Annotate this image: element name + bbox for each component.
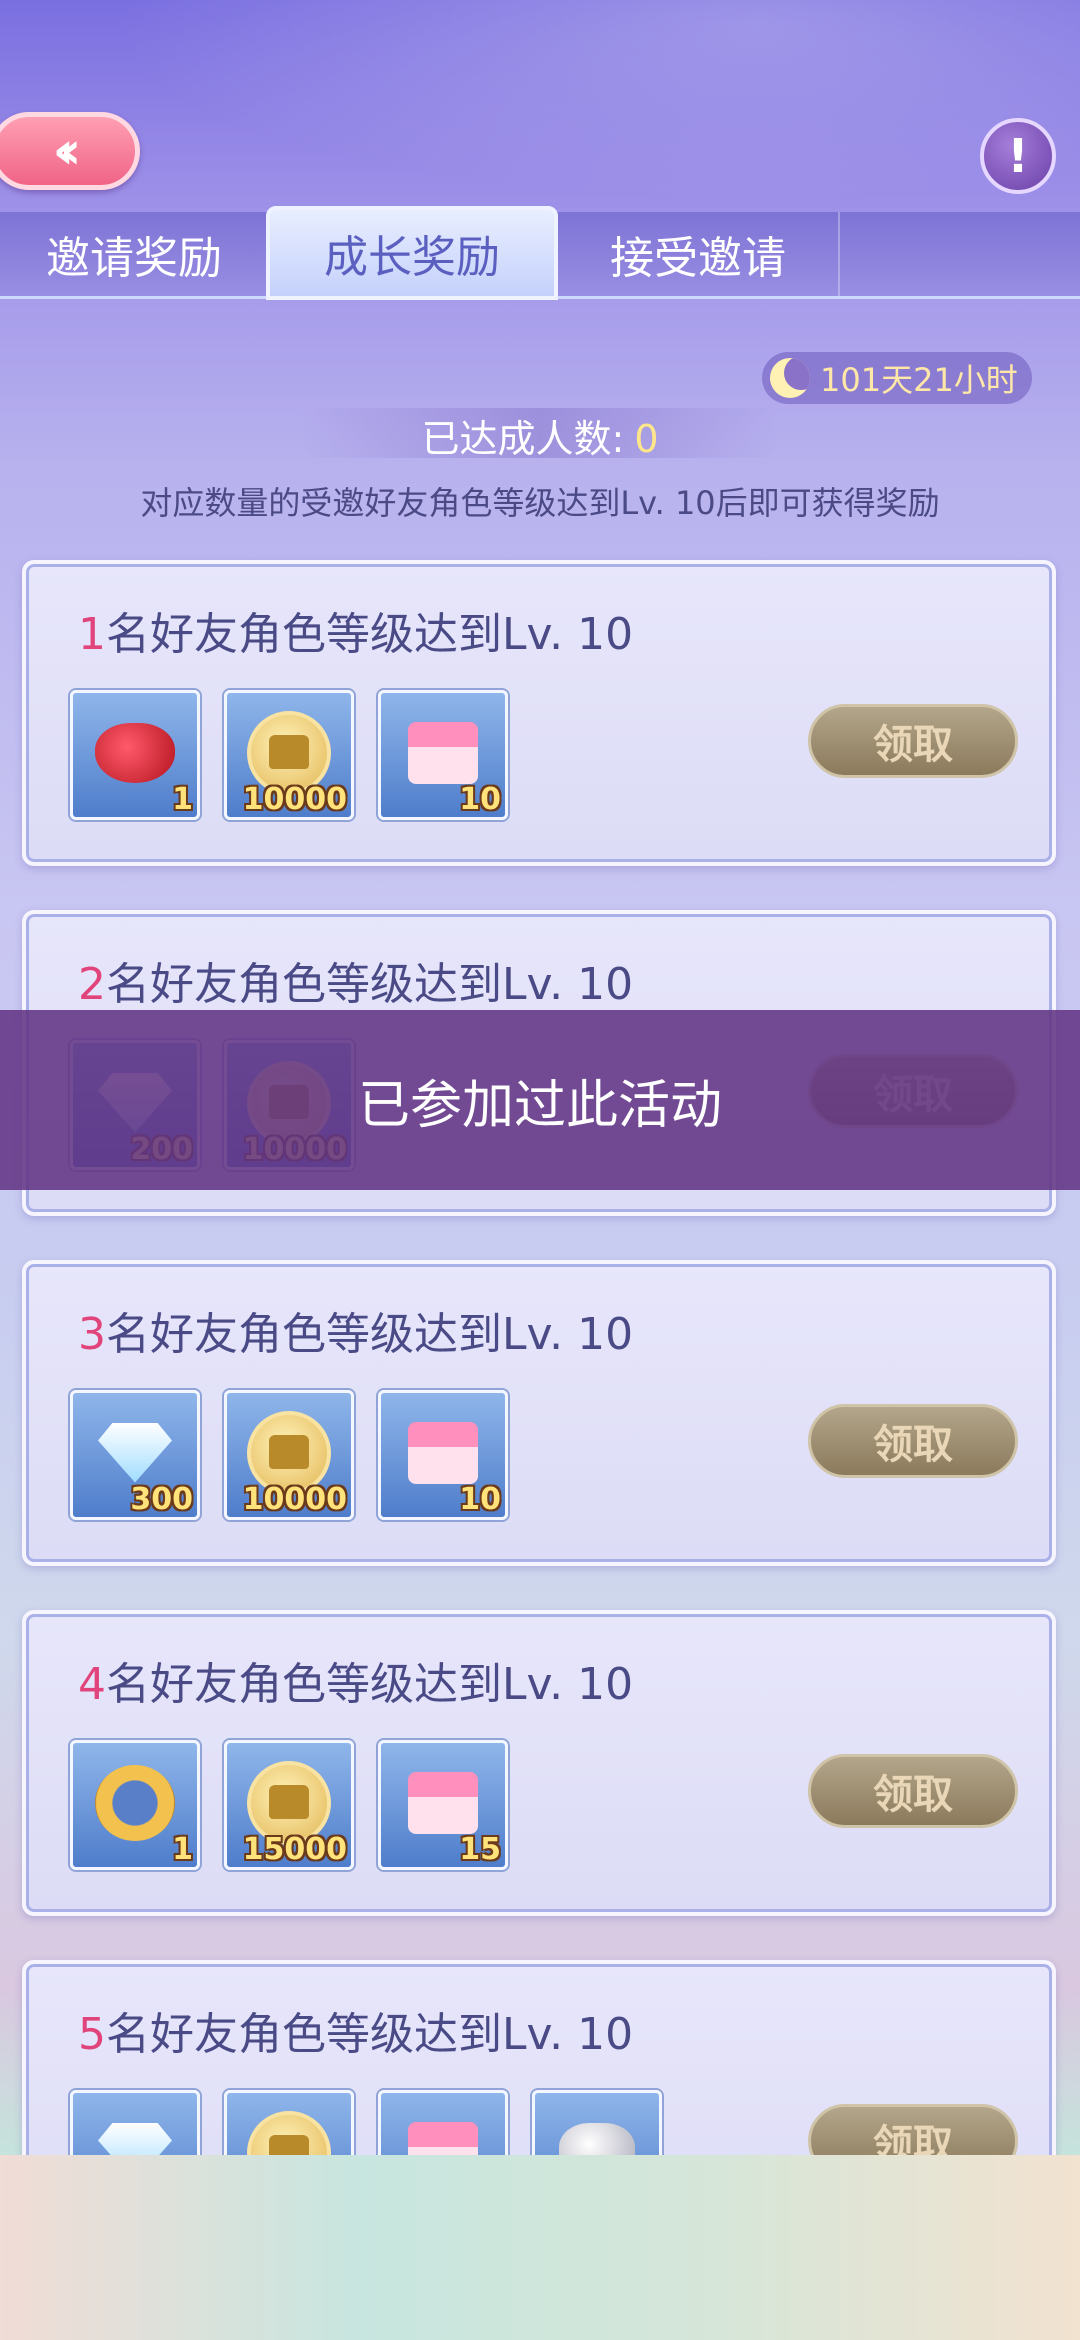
toast-message: 已参加过此活动 (0, 1010, 1080, 1190)
reward-card: 1名好友角色等级达到Lv. 10 1 10000 10 领取 (22, 560, 1056, 866)
item-count: 15 (459, 1832, 501, 1867)
achieved-label: 已达成人数: (421, 417, 625, 461)
item-count: 1 (172, 1832, 193, 1867)
exclamation-icon: ! (1007, 129, 1029, 183)
tab-accept-invite[interactable]: 接受邀请 (558, 212, 840, 296)
bottom-background (0, 2155, 1080, 2340)
reward-item-slot[interactable]: 10 (378, 1390, 508, 1520)
reward-friend-count: 2 (78, 959, 106, 1010)
reward-item-slot[interactable]: 10000 (224, 1390, 354, 1520)
reward-title: 3名好友角色等级达到Lv. 10 (78, 1298, 633, 1362)
item-count: 10 (459, 782, 501, 817)
gift-box-icon (408, 721, 478, 784)
item-count: 300 (130, 1482, 193, 1517)
reward-item-slot[interactable]: 1 (70, 1740, 200, 1870)
achieved-value: 0 (634, 417, 659, 461)
item-count: 15000 (242, 1832, 347, 1867)
reward-card: 3名好友角色等级达到Lv. 10 300 10000 10 领取 (22, 1260, 1056, 1566)
reward-condition: 名好友角色等级达到Lv. 10 (106, 959, 634, 1010)
countdown-timer: 101天21小时 (762, 352, 1032, 404)
reward-title: 2名好友角色等级达到Lv. 10 (78, 948, 633, 1012)
red-teapot-icon (95, 722, 175, 783)
diamond-icon (98, 1422, 172, 1483)
reward-item-slot[interactable]: 10000 (224, 690, 354, 820)
reward-title: 5名好友角色等级达到Lv. 10 (78, 1998, 633, 2062)
reward-description: 对应数量的受邀好友角色等级达到Lv. 10后即可获得奖励 (140, 484, 940, 522)
tab-bar: 邀请奖励 成长奖励 接受邀请 (0, 206, 1080, 300)
double-chevron-left-icon: ‹‹ (52, 121, 82, 181)
reward-friend-count: 3 (78, 1309, 106, 1360)
reward-condition: 名好友角色等级达到Lv. 10 (106, 1309, 634, 1360)
claim-button[interactable]: 领取 (808, 704, 1018, 778)
reward-items: 300 10000 10 (70, 1390, 508, 1520)
reward-friend-count: 5 (78, 2009, 106, 2060)
item-count: 10 (459, 1482, 501, 1517)
gold-ring-icon (95, 1764, 175, 1841)
item-count: 10000 (242, 782, 347, 817)
gift-box-icon (408, 1771, 478, 1834)
reward-condition: 名好友角色等级达到Lv. 10 (106, 1659, 634, 1710)
info-button[interactable]: ! (980, 118, 1056, 194)
reward-item-slot[interactable]: 15000 (224, 1740, 354, 1870)
reward-card: 4名好友角色等级达到Lv. 10 1 15000 15 领取 (22, 1610, 1056, 1916)
reward-item-slot[interactable]: 300 (70, 1390, 200, 1520)
reward-friend-count: 4 (78, 1659, 106, 1710)
reward-items: 1 15000 15 (70, 1740, 508, 1870)
achieved-count: 已达成人数: 0 (0, 408, 1080, 463)
reward-title: 4名好友角色等级达到Lv. 10 (78, 1648, 633, 1712)
reward-items: 1 10000 10 (70, 690, 508, 820)
reward-item-slot[interactable]: 1 (70, 690, 200, 820)
item-count: 1 (172, 782, 193, 817)
reward-condition: 名好友角色等级达到Lv. 10 (106, 2009, 634, 2060)
back-button[interactable]: ‹‹ (0, 112, 140, 190)
gift-box-icon (408, 1421, 478, 1484)
reward-item-slot[interactable]: 10 (378, 690, 508, 820)
tab-growth-rewards[interactable]: 成长奖励 (266, 206, 558, 300)
tab-invite-rewards[interactable]: 邀请奖励 (0, 212, 270, 296)
timer-text: 101天21小时 (820, 361, 1018, 399)
reward-item-slot[interactable]: 15 (378, 1740, 508, 1870)
claim-button[interactable]: 领取 (808, 1754, 1018, 1828)
claim-button[interactable]: 领取 (808, 1404, 1018, 1478)
reward-title: 1名好友角色等级达到Lv. 10 (78, 598, 633, 662)
reward-condition: 名好友角色等级达到Lv. 10 (106, 609, 634, 660)
moon-icon (770, 358, 810, 398)
item-count: 10000 (242, 1482, 347, 1517)
reward-friend-count: 1 (78, 609, 106, 660)
header-glow (0, 0, 1080, 230)
